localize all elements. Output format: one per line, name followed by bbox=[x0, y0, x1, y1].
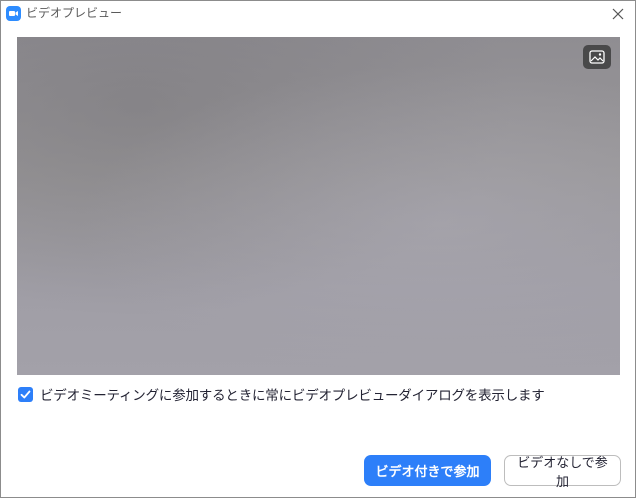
close-icon[interactable] bbox=[610, 6, 626, 22]
always-show-preview-label[interactable]: ビデオミーティングに参加するときに常にビデオプレビューダイアログを表示します bbox=[40, 384, 545, 404]
join-without-video-button[interactable]: ビデオなしで参加 bbox=[504, 455, 621, 489]
always-show-preview-checkbox[interactable] bbox=[18, 386, 33, 402]
zoom-camera-icon bbox=[6, 6, 21, 21]
video-preview bbox=[17, 37, 620, 375]
title-bar: ビデオプレビュー bbox=[1, 1, 635, 27]
virtual-background-icon bbox=[589, 50, 605, 64]
virtual-background-button[interactable] bbox=[583, 45, 611, 69]
window-title: ビデオプレビュー bbox=[26, 6, 123, 20]
video-preview-dialog: ビデオプレビュー ビデオミーティングに参加するときに常にビデオプレビューダイアロ… bbox=[0, 0, 636, 498]
join-with-video-button[interactable]: ビデオ付きで参加 bbox=[364, 455, 491, 486]
always-show-preview-option[interactable]: ビデオミーティングに参加するときに常にビデオプレビューダイアログを表示します bbox=[18, 384, 545, 404]
checkmark-icon bbox=[20, 390, 31, 398]
